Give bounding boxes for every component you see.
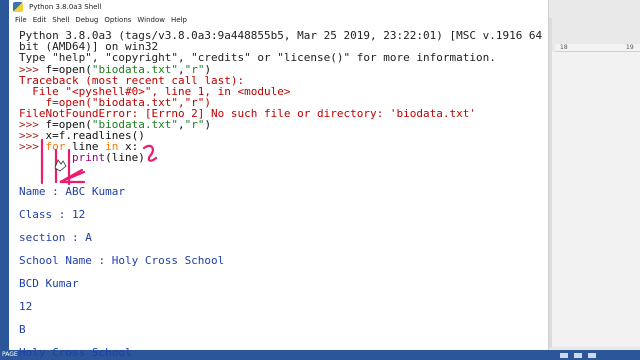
shell-line: BCD Kumar xyxy=(19,278,79,289)
shell-text-segment: print xyxy=(71,151,106,164)
menu-debug[interactable]: Debug xyxy=(75,16,98,24)
title-bar[interactable]: Python 3.8.0a3 Shell xyxy=(9,0,548,14)
shell-text-segment: B xyxy=(19,323,26,336)
menu-file[interactable]: File xyxy=(15,16,27,24)
ruler-mark: 19 xyxy=(626,44,634,51)
view-icon[interactable] xyxy=(588,352,596,358)
window-title: Python 3.8.0a3 Shell xyxy=(29,3,102,11)
shell-line: Holy Cross School xyxy=(19,347,132,358)
shell-text-segment: School Name : Holy Cross School xyxy=(19,254,225,267)
menu-window[interactable]: Window xyxy=(137,16,165,24)
shell-text-segment: 12 xyxy=(19,300,33,313)
view-icon[interactable] xyxy=(560,352,568,358)
shell-text-segment: BCD Kumar xyxy=(19,277,79,290)
shell-text-segment: section : A xyxy=(19,231,92,244)
shell-text-segment: Holy Cross School xyxy=(19,346,132,359)
python-logo-icon xyxy=(13,2,23,12)
shell-text-segment: (line) xyxy=(105,151,145,164)
shell-line: Class : 12 xyxy=(19,209,85,220)
shell-line: Type "help", "copyright", "credits" or "… xyxy=(19,52,496,63)
shell-line: 12 xyxy=(19,301,32,312)
python-shell-window: Python 3.8.0a3 Shell File Edit Shell Deb… xyxy=(9,0,549,358)
shell-line: Name : ABC Kumar xyxy=(19,186,125,197)
shell-text-segment: "r" xyxy=(184,118,205,131)
shell-text-segment: Name : ABC Kumar xyxy=(19,185,125,198)
menu-options[interactable]: Options xyxy=(104,16,131,24)
status-page-text: PAGE xyxy=(2,351,18,358)
shell-text-area[interactable]: Python 3.8.0a3 (tags/v3.8.0a3:9a448855b5… xyxy=(9,24,548,358)
shell-text-segment: ) xyxy=(204,118,212,131)
shell-text-segment: Class : 12 xyxy=(19,208,86,221)
shell-text-segment: , xyxy=(177,118,185,131)
menu-edit[interactable]: Edit xyxy=(33,16,47,24)
shell-line: section : A xyxy=(19,232,92,243)
shell-line: B xyxy=(19,324,26,335)
background-left-strip xyxy=(0,0,9,360)
shell-line: print(line) xyxy=(19,152,145,163)
view-icon[interactable] xyxy=(574,352,582,358)
ruler-mark: 18 xyxy=(560,44,568,51)
menu-shell[interactable]: Shell xyxy=(52,16,69,24)
background-document-pane xyxy=(552,52,640,347)
menu-help[interactable]: Help xyxy=(171,16,187,24)
shell-text-segment xyxy=(19,151,72,164)
status-view-icons[interactable] xyxy=(560,350,620,360)
shell-line: School Name : Holy Cross School xyxy=(19,255,224,266)
